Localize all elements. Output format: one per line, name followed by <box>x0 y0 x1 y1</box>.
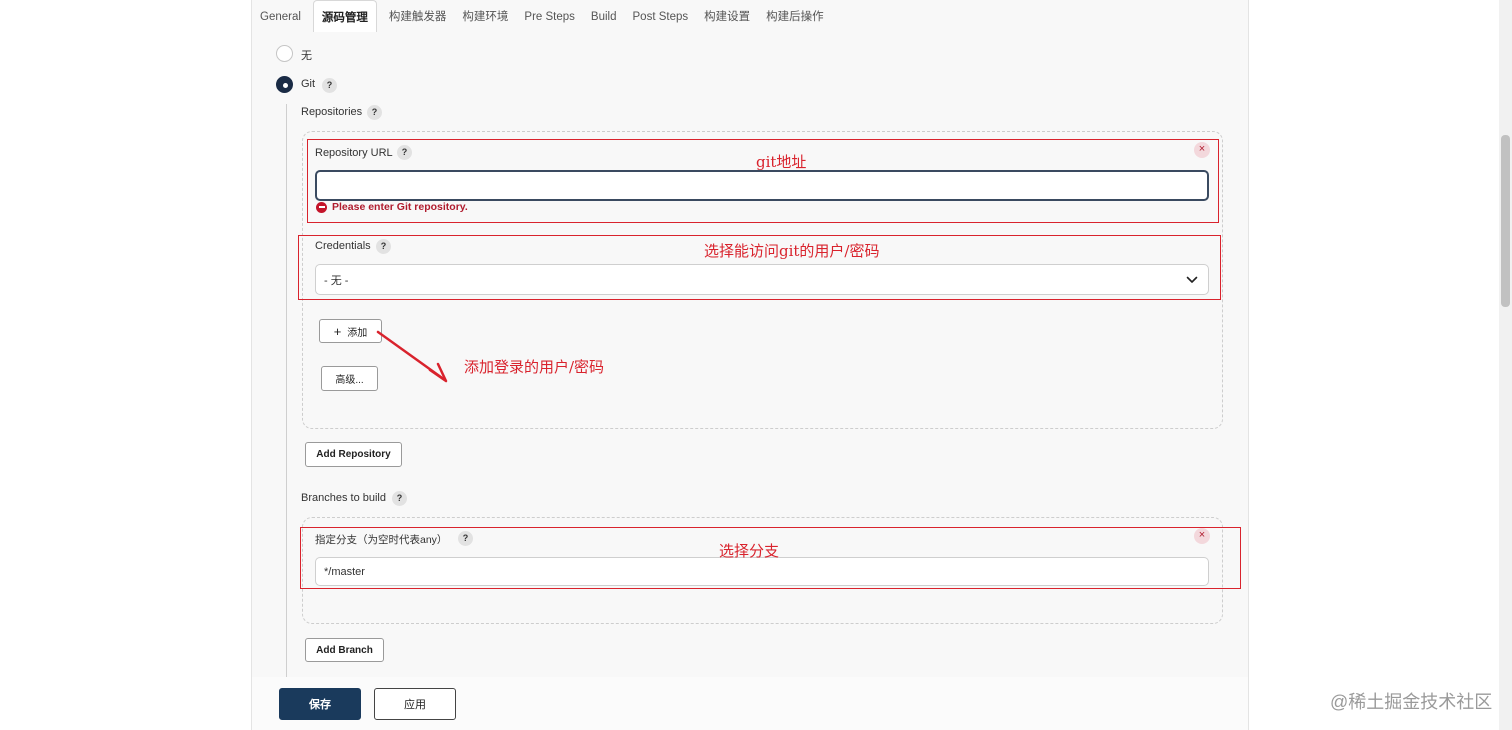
scm-git-label: Git <box>301 78 316 90</box>
branches-label: Branches to build <box>301 492 386 504</box>
add-credentials-annotation: 添加登录的用户/密码 <box>464 358 605 376</box>
tab-post-build-actions[interactable]: 构建后操作 <box>758 0 832 32</box>
repositories-help-icon[interactable]: ? <box>367 105 382 120</box>
branch-annotation: 选择分支 <box>719 542 780 560</box>
add-repository-button[interactable]: Add Repository <box>305 442 402 467</box>
tab-pre-steps[interactable]: Pre Steps <box>516 0 583 32</box>
tab-post-steps[interactable]: Post Steps <box>625 0 697 32</box>
scm-git-radio[interactable] <box>276 76 293 93</box>
tab-build-environment[interactable]: 构建环境 <box>454 0 516 32</box>
apply-button[interactable]: 应用 <box>374 688 456 720</box>
scm-none-label: 无 <box>301 50 312 62</box>
save-button[interactable]: 保存 <box>279 688 361 720</box>
credentials-annotation: 选择能访问git的用户/密码 <box>704 242 880 260</box>
tab-build-settings[interactable]: 构建设置 <box>696 0 758 32</box>
scm-none-radio[interactable] <box>276 45 293 62</box>
git-url-annotation: git地址 <box>756 153 807 171</box>
plus-icon: + <box>333 323 342 339</box>
tab-build-triggers[interactable]: 构建触发器 <box>381 0 455 32</box>
tab-bar: General 源码管理 构建触发器 构建环境 Pre Steps Build … <box>252 0 832 32</box>
add-branch-button[interactable]: Add Branch <box>305 638 384 662</box>
tab-general[interactable]: General <box>252 0 309 32</box>
tab-source-code-management[interactable]: 源码管理 <box>312 0 377 32</box>
scrollbar-track[interactable] <box>1499 0 1512 730</box>
git-help-icon[interactable]: ? <box>322 78 337 93</box>
watermark: @稀土掘金技术社区 <box>1330 692 1493 712</box>
add-credentials-label: 添加 <box>347 327 368 339</box>
arrow-annotation-icon <box>376 330 448 383</box>
branches-help-icon[interactable]: ? <box>392 491 407 506</box>
tab-build[interactable]: Build <box>583 0 625 32</box>
scrollbar-thumb[interactable] <box>1501 135 1510 307</box>
repositories-label: Repositories <box>301 106 363 118</box>
git-section-indent-line <box>286 104 287 684</box>
